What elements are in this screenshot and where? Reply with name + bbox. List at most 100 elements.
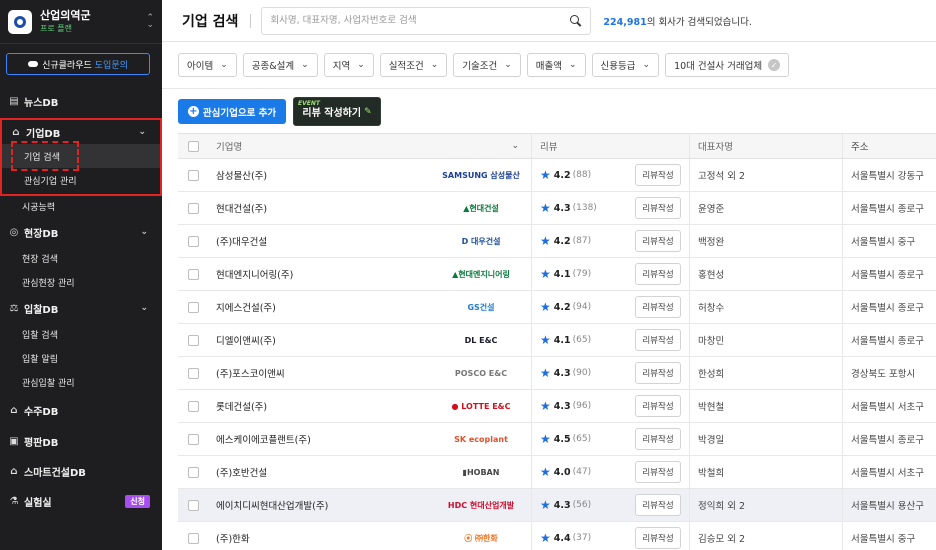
company-logo: ⦿ ㈜한화	[464, 533, 498, 543]
table-row[interactable]: 현대엔지니어링(주) ▲현대엔지니어링 ★ 4.1 (79) 리뷰작성 홍현성 서울특별시 종…	[178, 258, 936, 291]
review-count: (65)	[572, 335, 592, 345]
sidebar-item-lab[interactable]: ⚗ 실험실 신청	[0, 486, 162, 516]
write-review-button[interactable]: 리뷰작성	[635, 428, 681, 450]
sidebar-item-construction-capability[interactable]: 시공능력	[0, 194, 162, 218]
company-logo: ▲현대엔지니어링	[452, 269, 510, 279]
row-checkbox[interactable]	[187, 202, 199, 214]
table-row[interactable]: 에이치디씨현대산업개발(주) HDC 현대산업개발 ★ 4.3 (56) 리뷰작성 정익희 …	[178, 489, 936, 522]
sidebar-item-smart-db[interactable]: ⌂ 스마트건설DB	[0, 456, 162, 486]
filter-item[interactable]: 아이템 ⌄	[178, 53, 237, 77]
result-count: 224,981의 회사가 검색되었습니다.	[603, 14, 751, 28]
write-review-button[interactable]: 리뷰작성	[635, 230, 681, 252]
org-switcher[interactable]: 산업의역군 프로 플랜 ⌃ ⌄	[0, 0, 162, 44]
sidebar-item-bid-search[interactable]: 입찰 검색	[0, 322, 162, 346]
flask-icon: ⚗	[9, 495, 19, 507]
chevron-down-icon[interactable]: ⌄	[511, 141, 519, 151]
row-checkbox[interactable]	[187, 235, 199, 247]
row-checkbox[interactable]	[187, 334, 199, 346]
table-row[interactable]: 디엘이앤씨(주) DL E&C ★ 4.1 (65) 리뷰작성 마창민 서울특별시 종로구	[178, 324, 936, 357]
cloud-contact-button[interactable]: 신규클라우드 도입문의	[6, 53, 150, 75]
chevron-down-icon: ⌄	[140, 303, 148, 313]
select-all-checkbox[interactable]	[187, 140, 199, 152]
filter-work-design[interactable]: 공종&설계 ⌄	[242, 53, 318, 77]
filter-region[interactable]: 지역 ⌄	[323, 53, 374, 77]
sidebar-item-news[interactable]: ▤ 뉴스DB	[0, 90, 162, 112]
pencil-icon: ✎	[364, 106, 372, 117]
company-name[interactable]: (주)호반건설	[216, 465, 444, 479]
chevron-updown-icon[interactable]: ⌃ ⌄	[146, 13, 154, 29]
company-name[interactable]: 디엘이앤씨(주)	[216, 333, 444, 347]
write-review-button[interactable]: 리뷰작성	[635, 263, 681, 285]
table-row[interactable]: 에스케이에코플랜트(주) SK ecoplant ★ 4.5 (65) 리뷰작성 박경일 서울…	[178, 423, 936, 456]
table-row[interactable]: 롯데건설(주) ● LOTTE E&C ★ 4.3 (96) 리뷰작성 박현철 서울특별시 서…	[178, 390, 936, 423]
sidebar-item-bid-watch[interactable]: 관심입찰 관리	[0, 370, 162, 394]
row-checkbox[interactable]	[187, 169, 199, 181]
filter-technology[interactable]: 기술조건 ⌄	[453, 53, 521, 77]
table-row[interactable]: 현대건설(주) ▲현대건설 ★ 4.3 (138) 리뷰작성 윤영준 서울특별시 종로구	[178, 192, 936, 225]
write-review-button[interactable]: 리뷰작성	[635, 296, 681, 318]
sidebar-item-site-search[interactable]: 현장 검색	[0, 246, 162, 270]
sidebar-item-label: 실험실	[24, 497, 52, 509]
search-input[interactable]	[270, 15, 571, 26]
filter-top10-partner[interactable]: 10대 건설사 거래업체 ✓	[665, 53, 790, 77]
write-review-button[interactable]: 리뷰작성	[635, 527, 681, 549]
result-count-suffix: 의 회사가 검색되었습니다.	[646, 16, 752, 28]
row-checkbox[interactable]	[187, 499, 199, 511]
table-row[interactable]: (주)한화 ⦿ ㈜한화 ★ 4.4 (37) 리뷰작성 김승모 외 2 서울특별시 중구	[178, 522, 936, 550]
write-review-button[interactable]: 리뷰작성	[635, 461, 681, 483]
row-checkbox[interactable]	[187, 268, 199, 280]
company-address: 서울특별시 서초구	[851, 402, 924, 413]
org-plan: 프로 플랜	[40, 23, 72, 33]
page-header: 기업 검색 224,981의 회사가 검색되었습니다.	[162, 0, 936, 42]
cloud-icon	[28, 61, 39, 67]
filter-label: 신용등급	[600, 61, 636, 72]
write-review-button[interactable]: 리뷰작성	[635, 197, 681, 219]
contact-label-accent: 도입문의	[94, 60, 128, 71]
table-row[interactable]: 지에스건설(주) GS건설 ★ 4.2 (94) 리뷰작성 허창수 서울특별시 종로구	[178, 291, 936, 324]
review-count: (47)	[572, 467, 592, 477]
sidebar-item-bid-db[interactable]: ⚖ 입찰DB ⌄	[0, 294, 162, 322]
ceo-name: 고정석 외 2	[698, 171, 746, 182]
table-row[interactable]: (주)포스코이앤씨 POSCO E&C ★ 4.3 (90) 리뷰작성 한성희 경상북도 포항…	[178, 357, 936, 390]
write-review-button[interactable]: 리뷰작성	[635, 494, 681, 516]
write-review-button[interactable]: 리뷰작성	[635, 362, 681, 384]
row-checkbox[interactable]	[187, 400, 199, 412]
review-count: (65)	[572, 434, 592, 444]
row-checkbox[interactable]	[187, 532, 199, 544]
row-checkbox[interactable]	[187, 433, 199, 445]
table-row[interactable]: (주)대우건설 D 대우건설 ★ 4.2 (87) 리뷰작성 백정완 서울특별시 중구	[178, 225, 936, 258]
write-review-button[interactable]: 리뷰작성	[635, 164, 681, 186]
company-name[interactable]: 롯데건설(주)	[216, 399, 444, 413]
company-name[interactable]: 지에스건설(주)	[216, 300, 444, 314]
company-name[interactable]: (주)대우건설	[216, 234, 444, 248]
sidebar-item-reputation-db[interactable]: ▣ 평판DB	[0, 426, 162, 456]
sidebar-nav: ▤ 뉴스DB	[0, 90, 162, 112]
table-row[interactable]: 삼성물산(주) SAMSUNG 삼성물산 ★ 4.2 (88) 리뷰작성 고정석 외 2 서울…	[178, 159, 936, 192]
company-logo: HDC 현대산업개발	[447, 500, 515, 510]
filter-performance[interactable]: 실적조건 ⌄	[379, 53, 448, 77]
sidebar-item-site-watch[interactable]: 관심현장 관리	[0, 270, 162, 294]
table-row[interactable]: (주)호반건설 ▮HOBAN ★ 4.0 (47) 리뷰작성 박철희 서울특별시 서초구	[178, 456, 936, 489]
filter-credit[interactable]: 신용등급 ⌄	[591, 53, 660, 77]
sidebar-item-site-db[interactable]: ◎ 현장DB ⌄	[0, 218, 162, 246]
row-checkbox[interactable]	[187, 466, 199, 478]
sidebar-item-order-db[interactable]: ⌂ 수주DB	[0, 394, 162, 426]
filter-revenue[interactable]: 매출액 ⌄	[526, 53, 586, 77]
company-name[interactable]: 삼성물산(주)	[216, 168, 444, 182]
add-watch-company-button[interactable]: + 관심기업으로 추가	[178, 99, 286, 124]
company-name[interactable]: 에스케이에코플랜트(주)	[216, 432, 444, 446]
row-checkbox[interactable]	[187, 301, 199, 313]
write-review-button[interactable]: 리뷰작성	[635, 329, 681, 351]
sidebar-item-bid-alert[interactable]: 입찰 알림	[0, 346, 162, 370]
search-icon[interactable]	[570, 14, 582, 27]
company-name[interactable]: (주)포스코이앤씨	[216, 366, 444, 380]
write-review-button[interactable]: 리뷰작성	[635, 395, 681, 417]
company-name[interactable]: 에이치디씨현대산업개발(주)	[216, 498, 444, 512]
write-review-event-button[interactable]: EVENT 리뷰 작성하기 ✎	[293, 97, 381, 126]
company-name[interactable]: 현대엔지니어링(주)	[216, 267, 444, 281]
company-name[interactable]: 현대건설(주)	[216, 201, 444, 215]
company-logo: ▲현대건설	[463, 203, 499, 213]
sidebar-item-company-watch[interactable]: 관심기업 관리	[2, 168, 160, 192]
company-name[interactable]: (주)한화	[216, 531, 444, 545]
row-checkbox[interactable]	[187, 367, 199, 379]
